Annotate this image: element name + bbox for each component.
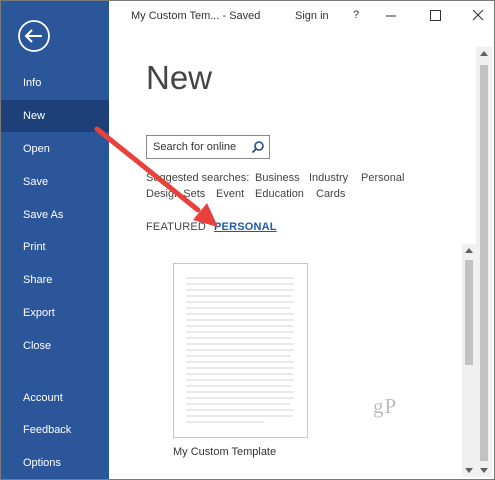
nav-account[interactable]: Account	[1, 382, 109, 414]
suggested-cards[interactable]: Cards	[316, 188, 345, 200]
nav-info-label: Info	[23, 77, 42, 89]
nav-export[interactable]: Export	[1, 297, 109, 329]
nav-open-label: Open	[23, 143, 50, 155]
nav-export-label: Export	[23, 307, 55, 319]
page-title: New	[146, 59, 213, 96]
triangle-down-icon	[465, 468, 473, 473]
suggested-event[interactable]: Event	[216, 188, 244, 200]
suggested-design-sets[interactable]: Design Sets	[146, 188, 205, 200]
nav-close[interactable]: Close	[1, 330, 109, 362]
templates-scroll-thumb[interactable]	[465, 260, 473, 365]
tab-personal[interactable]: PERSONAL	[214, 221, 277, 233]
search-icon	[251, 141, 264, 154]
nav-options[interactable]: Options	[1, 447, 109, 479]
nav-new[interactable]: New	[1, 100, 109, 132]
close-window-button[interactable]	[463, 1, 493, 31]
triangle-down-icon	[480, 468, 488, 473]
suggested-searches-label: Suggested searches:	[146, 172, 250, 184]
outer-scrollbar[interactable]	[476, 47, 492, 477]
document-title: My Custom Tem... - Saved	[131, 10, 261, 22]
suggested-education[interactable]: Education	[255, 188, 304, 200]
nav-close-label: Close	[23, 340, 52, 352]
search-input[interactable]	[147, 136, 245, 158]
outer-scroll-up[interactable]	[477, 47, 491, 61]
backstage-sidebar: Info New Open Save Save As Print Share E…	[1, 1, 109, 479]
search-box	[146, 135, 270, 159]
nav-save-label: Save	[23, 176, 49, 188]
back-arrow-icon	[18, 20, 50, 52]
document-preview	[186, 277, 294, 423]
minimize-button[interactable]	[376, 1, 406, 31]
nav-print[interactable]: Print	[1, 231, 109, 263]
nav-new-label: New	[23, 110, 46, 122]
template-thumbnail[interactable]	[173, 263, 308, 438]
triangle-up-icon	[480, 51, 488, 56]
templates-scroll-up[interactable]	[462, 244, 476, 258]
word-backstage-window: Info New Open Save Save As Print Share E…	[0, 0, 495, 480]
title-bar: My Custom Tem... - Saved Sign in ?	[109, 1, 494, 31]
triangle-up-icon	[465, 248, 473, 253]
help-button[interactable]: ?	[353, 9, 359, 21]
close-icon	[472, 9, 484, 21]
maximize-icon	[430, 10, 441, 21]
nav-share-label: Share	[23, 274, 53, 286]
back-button[interactable]	[16, 18, 52, 54]
minimize-icon	[386, 15, 396, 17]
nav-open[interactable]: Open	[1, 133, 109, 165]
templates-scroll-down[interactable]	[462, 463, 476, 477]
maximize-button[interactable]	[420, 1, 450, 31]
suggested-industry[interactable]: Industry	[309, 172, 348, 184]
nav-print-label: Print	[23, 241, 46, 253]
template-name: My Custom Template	[173, 446, 277, 458]
outer-scroll-thumb[interactable]	[480, 65, 488, 461]
nav-info[interactable]: Info	[1, 67, 109, 99]
templates-scrollbar[interactable]	[462, 244, 476, 477]
nav-account-label: Account	[23, 392, 63, 404]
sign-in-link[interactable]: Sign in	[295, 10, 329, 22]
search-button[interactable]	[251, 140, 265, 154]
suggested-business[interactable]: Business	[255, 172, 300, 184]
suggested-personal[interactable]: Personal	[361, 172, 404, 184]
tab-featured[interactable]: FEATURED	[146, 221, 206, 233]
nav-save-as-label: Save As	[23, 209, 64, 221]
nav-feedback-label: Feedback	[23, 424, 72, 436]
nav-feedback[interactable]: Feedback	[1, 414, 109, 446]
outer-scroll-down[interactable]	[477, 463, 491, 477]
watermark-logo: gP	[373, 394, 398, 418]
nav-share[interactable]: Share	[1, 264, 109, 296]
nav-options-label: Options	[23, 457, 61, 469]
nav-save[interactable]: Save	[1, 166, 109, 198]
nav-save-as[interactable]: Save As	[1, 199, 109, 231]
